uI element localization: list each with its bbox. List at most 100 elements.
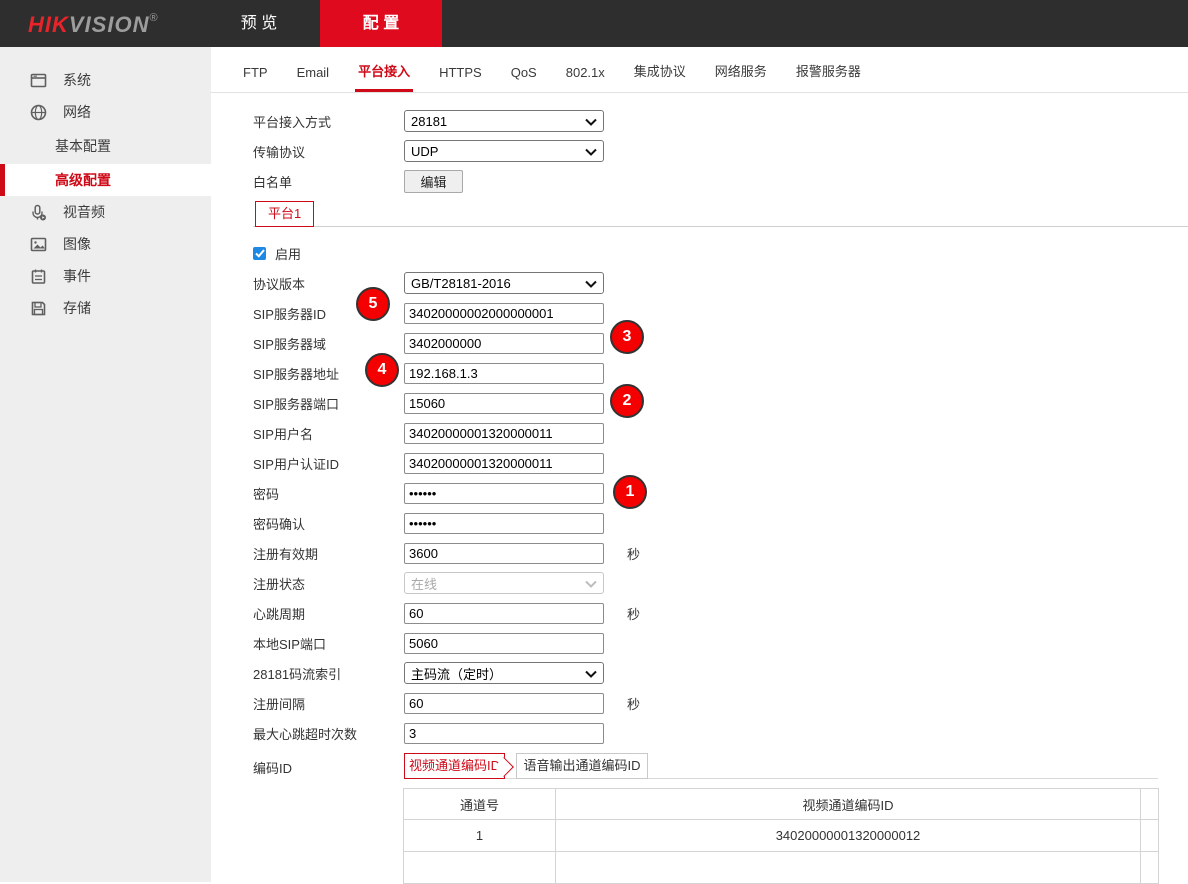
register-status-label: 注册状态 <box>253 574 404 593</box>
sip-username-label: SIP用户名 <box>253 424 404 443</box>
sidebar-item-label: 网络 <box>63 102 91 122</box>
register-interval-label: 注册间隔 <box>253 694 404 713</box>
chevron-down-icon <box>585 114 597 129</box>
sidebar-item-label: 事件 <box>63 266 91 286</box>
sidebar-item-video-audio[interactable]: 视音频 <box>0 196 211 228</box>
table-header-row: 通道号 视频通道编码ID <box>404 789 1159 820</box>
whitelist-label: 白名单 <box>253 172 404 191</box>
encoding-id-row: 编码ID 视频通道编码ID 语音输出通道编码ID <box>211 753 1188 779</box>
sidebar-item-event[interactable]: 事件 <box>0 260 211 292</box>
annotation-marker-4: 4 <box>365 353 399 387</box>
sidebar-item-label: 视音频 <box>63 202 105 222</box>
video-encoding-id-cell: 34020000001320000012 <box>556 820 1141 852</box>
annotation-marker-1: 1 <box>613 475 647 509</box>
password-confirm-input[interactable] <box>404 513 604 534</box>
sidebar-item-label: 高级配置 <box>55 170 111 190</box>
hikvision-logo: HIKVISION® <box>28 12 159 38</box>
sip-username-input[interactable] <box>404 423 604 444</box>
platform1-tab[interactable]: 平台1 <box>255 201 314 227</box>
transport-select[interactable]: UDP <box>404 140 604 162</box>
sip-server-port-label: SIP服务器端口 <box>253 394 404 413</box>
sidebar-item-label: 存储 <box>63 298 91 318</box>
video-channel-encoding-tab[interactable]: 视频通道编码ID <box>404 753 505 779</box>
nav-tab-preview[interactable]: 预 览 <box>198 0 320 47</box>
window-icon <box>30 72 47 89</box>
image-icon <box>30 236 47 253</box>
channel-encoding-table: 通道号 视频通道编码ID 1 34020000001320000012 <box>403 788 1159 884</box>
sip-server-domain-label: SIP服务器域 <box>253 334 404 353</box>
extra-col-header <box>1141 789 1159 820</box>
sidebar-item-label: 图像 <box>63 234 91 254</box>
video-encoding-id-header: 视频通道编码ID <box>556 789 1141 820</box>
stream-index-select[interactable]: 主码流（定时） <box>404 662 604 684</box>
nav-tab-configuration[interactable]: 配 置 <box>320 0 442 47</box>
globe-icon <box>30 104 47 121</box>
sidebar-item-label: 系统 <box>63 70 91 90</box>
tab-integration-protocol[interactable]: 集成协议 <box>631 61 689 92</box>
sidebar-item-basic-config[interactable]: 基本配置 <box>0 130 211 162</box>
sidebar-item-storage[interactable]: 存储 <box>0 292 211 324</box>
chevron-down-icon <box>585 144 597 159</box>
logo-vision: VISION <box>69 12 150 37</box>
channel-no-header: 通道号 <box>404 789 556 820</box>
sip-server-address-input[interactable] <box>404 363 604 384</box>
platform-access-form: 平台接入方式 28181 传输协议 UDP 白名单 编辑 平台1 启 <box>211 94 1188 884</box>
register-interval-input[interactable] <box>404 693 604 714</box>
password-label: 密码 <box>253 484 404 503</box>
tab-alarm-server[interactable]: 报警服务器 <box>793 61 864 92</box>
seconds-unit: 秒 <box>627 604 640 623</box>
top-bar: HIKVISION® 预 览 配 置 <box>0 0 1188 47</box>
platform-group: 平台1 <box>211 201 1188 227</box>
tab-platform-access[interactable]: 平台接入 <box>355 61 413 92</box>
sidebar-item-network[interactable]: 网络 <box>0 96 211 128</box>
seconds-unit: 秒 <box>627 544 640 563</box>
video-encoding-id-cell <box>556 852 1141 884</box>
whitelist-edit-button[interactable]: 编辑 <box>404 170 463 193</box>
local-sip-port-label: 本地SIP端口 <box>253 634 404 653</box>
register-validity-input[interactable] <box>404 543 604 564</box>
table-row[interactable]: 1 34020000001320000012 <box>404 820 1159 852</box>
access-type-label: 平台接入方式 <box>253 112 404 131</box>
table-row[interactable] <box>404 852 1159 884</box>
sip-auth-id-label: SIP用户认证ID <box>253 454 404 473</box>
audio-output-encoding-tab[interactable]: 语音输出通道编码ID <box>516 753 648 779</box>
sip-server-port-input[interactable] <box>404 393 604 414</box>
heartbeat-period-input[interactable] <box>404 603 604 624</box>
max-heartbeat-timeout-label: 最大心跳超时次数 <box>253 724 404 743</box>
stream-index-label: 28181码流索引 <box>253 664 404 683</box>
password-input[interactable] <box>404 483 604 504</box>
sidebar-item-label: 基本配置 <box>55 136 111 156</box>
main-panel: FTP Email 平台接入 HTTPS QoS 802.1x 集成协议 网络服… <box>211 47 1188 882</box>
tab-8021x[interactable]: 802.1x <box>563 65 608 92</box>
storage-icon <box>30 300 47 317</box>
sidebar: 系统 网络 基本配置 高级配置 视音频 图像 事件 存储 <box>0 47 211 882</box>
max-heartbeat-timeout-input[interactable] <box>404 723 604 744</box>
register-status-select: 在线 <box>404 572 604 594</box>
sidebar-item-system[interactable]: 系统 <box>0 64 211 96</box>
mic-icon <box>30 204 47 221</box>
register-validity-label: 注册有效期 <box>253 544 404 563</box>
logo-registered-mark: ® <box>149 12 158 24</box>
channel-no-cell <box>404 852 556 884</box>
enable-checkbox[interactable] <box>253 247 266 260</box>
chevron-down-icon <box>585 666 597 681</box>
event-icon <box>30 268 47 285</box>
tab-ftp[interactable]: FTP <box>240 65 271 92</box>
logo-hik: HIK <box>28 12 69 37</box>
sidebar-item-advanced-config[interactable]: 高级配置 <box>0 164 211 196</box>
enable-label: 启用 <box>275 244 301 263</box>
tab-qos[interactable]: QoS <box>508 65 540 92</box>
sidebar-item-image[interactable]: 图像 <box>0 228 211 260</box>
sip-server-id-input[interactable] <box>404 303 604 324</box>
transport-label: 传输协议 <box>253 142 404 161</box>
tab-https[interactable]: HTTPS <box>436 65 485 92</box>
annotation-marker-2: 2 <box>610 384 644 418</box>
local-sip-port-input[interactable] <box>404 633 604 654</box>
tab-email[interactable]: Email <box>294 65 333 92</box>
sip-server-domain-input[interactable] <box>404 333 604 354</box>
protocol-version-select[interactable]: GB/T28181-2016 <box>404 272 604 294</box>
sip-auth-id-input[interactable] <box>404 453 604 474</box>
chevron-down-icon <box>585 276 597 291</box>
access-type-select[interactable]: 28181 <box>404 110 604 132</box>
tab-network-service[interactable]: 网络服务 <box>712 61 770 92</box>
